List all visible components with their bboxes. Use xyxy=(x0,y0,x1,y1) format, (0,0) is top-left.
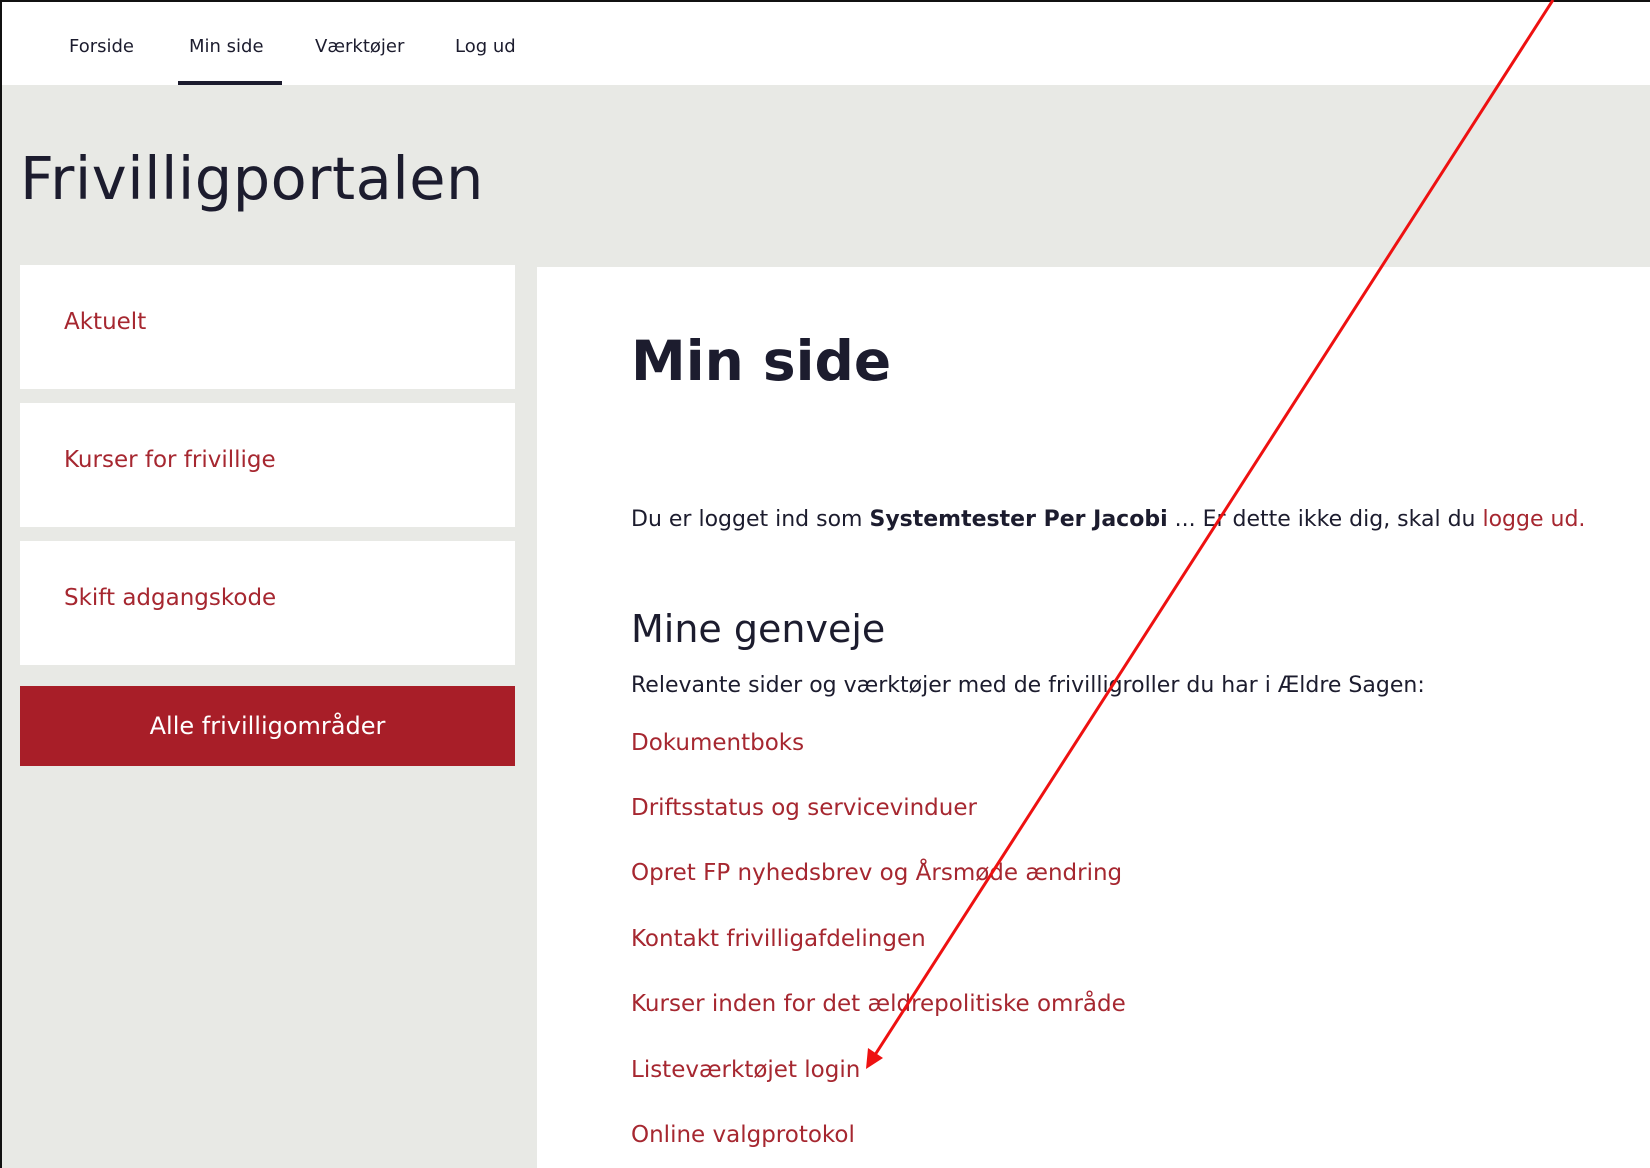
page-title: Min side xyxy=(631,329,892,393)
nav-log-ud[interactable]: Log ud xyxy=(455,36,516,57)
main-content: Min side Du er logget ind som Systemtest… xyxy=(537,267,1650,1168)
nav-min-side[interactable]: Min side xyxy=(189,36,264,57)
sidebar-item-kurser[interactable]: Kurser for frivillige xyxy=(20,403,515,527)
login-middle: ... Er dette ikke dig, skal du xyxy=(1167,507,1483,532)
link-listevaerktoejet-login[interactable]: Listeværktøjet login xyxy=(631,1057,860,1083)
link-kurser-aeldrepolitiske[interactable]: Kurser inden for det ældrepolitiske områ… xyxy=(631,991,1126,1017)
sidebar-item-label[interactable]: Kurser for frivillige xyxy=(64,447,276,473)
shortcuts-heading: Mine genveje xyxy=(631,607,886,651)
site-title: Frivilligportalen xyxy=(20,144,484,213)
link-opret-fp-nyhedsbrev[interactable]: Opret FP nyhedsbrev og Årsmøde ændring xyxy=(631,860,1122,886)
logged-in-user: Systemtester Per Jacobi xyxy=(869,507,1168,532)
sidebar-item-label[interactable]: Skift adgangskode xyxy=(64,585,276,611)
nav-forside[interactable]: Forside xyxy=(69,36,134,57)
link-driftsstatus[interactable]: Driftsstatus og servicevinduer xyxy=(631,795,977,821)
login-status: Du er logget ind som Systemtester Per Ja… xyxy=(631,507,1585,532)
link-online-valgprotokol[interactable]: Online valgprotokol xyxy=(631,1122,855,1148)
nav-vaerktoejer[interactable]: Værktøjer xyxy=(315,36,404,57)
all-volunteer-areas-button[interactable]: Alle frivilligområder xyxy=(20,686,515,766)
logout-link[interactable]: logge ud. xyxy=(1482,507,1585,532)
link-dokumentboks[interactable]: Dokumentboks xyxy=(631,730,804,756)
sidebar-item-label[interactable]: Aktuelt xyxy=(64,309,146,335)
top-navigation: Forside Min side Værktøjer Log ud xyxy=(2,2,1650,87)
sidebar-item-skift-adgangskode[interactable]: Skift adgangskode xyxy=(20,541,515,665)
sidebar-item-aktuelt[interactable]: Aktuelt xyxy=(20,265,515,389)
shortcuts-intro: Relevante sider og værktøjer med de friv… xyxy=(631,673,1425,698)
link-kontakt-frivilligafdelingen[interactable]: Kontakt frivilligafdelingen xyxy=(631,926,926,952)
login-prefix: Du er logget ind som xyxy=(631,507,870,532)
